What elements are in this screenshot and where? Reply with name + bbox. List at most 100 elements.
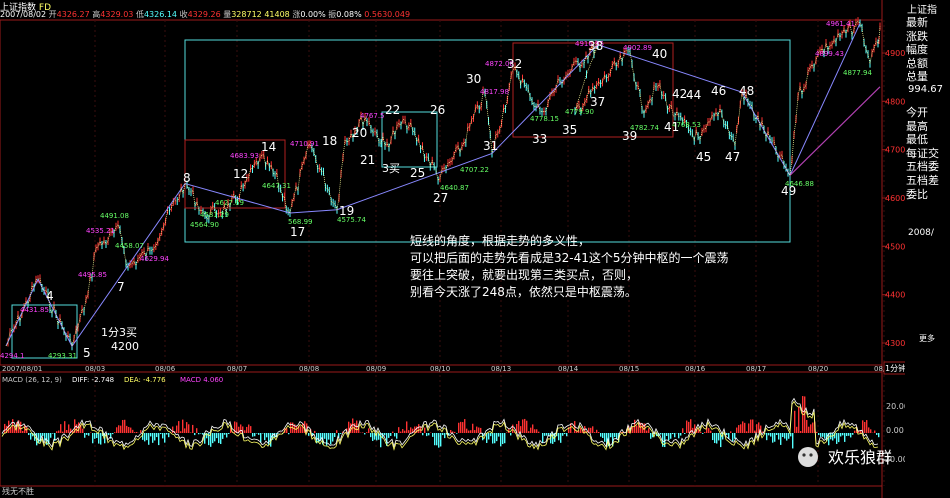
macd-bar bbox=[428, 433, 430, 436]
macd-bar bbox=[678, 433, 680, 439]
price-label: 4458.07 bbox=[115, 242, 144, 250]
macd-bar bbox=[140, 430, 142, 433]
watermark-text: 欢乐狼群 bbox=[828, 448, 892, 467]
macd-bar bbox=[766, 433, 768, 441]
macd-bar bbox=[464, 419, 466, 433]
macd-bar bbox=[870, 429, 872, 433]
macd-bar bbox=[84, 433, 86, 438]
macd-bar bbox=[716, 433, 718, 444]
sidebar-misc-1[interactable]: 更多 bbox=[919, 333, 935, 344]
wave-label: 40 bbox=[652, 47, 667, 61]
wave-label: 48 bbox=[739, 84, 754, 98]
price-label: 4431.85 bbox=[20, 306, 49, 314]
sidebar-field-4: 总量 bbox=[906, 70, 928, 84]
wave-label: 37 bbox=[590, 95, 605, 109]
date-tick-label: 08/15 bbox=[619, 365, 639, 373]
macd-bar bbox=[88, 433, 90, 436]
macd-bar bbox=[4, 423, 6, 433]
sidebar-field-0: 最新 bbox=[906, 16, 928, 29]
price-label: 4535.21 bbox=[86, 227, 115, 235]
macd-bar bbox=[524, 418, 526, 433]
macd-bar bbox=[488, 433, 490, 440]
date-tick-label: 08/03 bbox=[85, 365, 105, 373]
date-tick-label: 08/09 bbox=[366, 365, 386, 373]
header-volume: 328712 bbox=[231, 10, 262, 19]
macd-bar bbox=[544, 433, 546, 436]
macd-bar bbox=[144, 433, 146, 442]
macd-bar bbox=[874, 430, 876, 433]
period-button[interactable]: 1分钟 bbox=[883, 361, 907, 375]
macd-bar bbox=[372, 433, 374, 441]
macd-bar bbox=[388, 433, 390, 438]
macd-bar bbox=[756, 424, 758, 433]
macd-value: MACD 4.060 bbox=[180, 376, 223, 384]
macd-bar bbox=[604, 433, 606, 442]
macd-bar bbox=[590, 427, 592, 433]
price-label: 4899.43 bbox=[815, 50, 844, 58]
macd-bar bbox=[866, 420, 868, 433]
header-low-label: 低 bbox=[135, 10, 144, 19]
wechat-icon-eye-left bbox=[802, 453, 806, 457]
buy-label-1min-3buy: 1分3买 bbox=[101, 326, 137, 339]
macd-bar bbox=[200, 433, 202, 434]
wave-labels: 4578 121417181920212225262730313233353738… bbox=[46, 39, 796, 360]
macd-bar bbox=[278, 433, 280, 434]
macd-bar bbox=[666, 433, 668, 436]
macd-bar bbox=[844, 433, 846, 442]
price-label: 4564.90 bbox=[190, 221, 219, 229]
macd-bar bbox=[478, 427, 480, 433]
macd-bar bbox=[808, 426, 810, 433]
macd-bar bbox=[660, 433, 662, 435]
wave-label: 41 bbox=[664, 120, 679, 134]
trend-line bbox=[789, 86, 881, 176]
macd-bar bbox=[256, 433, 258, 434]
price-label: 4767.5 bbox=[360, 112, 385, 120]
sidebar-field-11: 委比 bbox=[906, 187, 928, 201]
macd-bar bbox=[820, 433, 822, 437]
period-button-label[interactable]: 1分钟 bbox=[885, 363, 906, 373]
macd-bar bbox=[744, 422, 746, 433]
macd-bar bbox=[442, 433, 444, 436]
macd-bar bbox=[196, 428, 198, 433]
macd-bar bbox=[470, 430, 472, 433]
macd-bar bbox=[98, 433, 100, 444]
macd-bar bbox=[500, 433, 502, 447]
macd-bar bbox=[390, 433, 392, 436]
macd-bar bbox=[876, 433, 878, 435]
macd-bar bbox=[788, 433, 790, 439]
macd-bar bbox=[462, 422, 464, 433]
macd-bar bbox=[566, 433, 568, 437]
macd-bar bbox=[504, 433, 506, 444]
wave-label: 47 bbox=[725, 150, 740, 164]
macd-dea: DEA: -4.776 bbox=[124, 376, 166, 384]
level-label: 4200 bbox=[111, 340, 139, 353]
macd-bar bbox=[240, 424, 242, 433]
macd-bar bbox=[112, 433, 114, 435]
macd-label: MACD (26, 12, 9) bbox=[2, 376, 62, 384]
wave-label: 31 bbox=[483, 139, 498, 153]
macd-bar bbox=[318, 433, 320, 443]
macd-bar bbox=[486, 433, 488, 443]
macd-bar bbox=[82, 428, 84, 433]
macd-bar bbox=[466, 428, 468, 433]
macd-bar bbox=[94, 433, 96, 439]
macd-bar bbox=[38, 433, 40, 443]
macd-bar bbox=[546, 433, 548, 436]
macd-bar bbox=[176, 425, 178, 433]
macd-bar bbox=[68, 424, 70, 433]
kline-chart: 4300.004400.004500.004600.004700.004800.… bbox=[0, 0, 918, 498]
macd-bar bbox=[616, 433, 618, 440]
wave-label: 30 bbox=[466, 72, 481, 86]
macd-tick-0: 0.00 bbox=[886, 426, 904, 435]
macd-bar bbox=[254, 433, 256, 437]
macd-bar bbox=[848, 433, 850, 436]
macd-bar bbox=[474, 430, 476, 433]
wechat-icon bbox=[798, 447, 818, 467]
macd-bar bbox=[770, 433, 772, 437]
macd-bar bbox=[438, 433, 440, 448]
macd-bar bbox=[710, 430, 712, 433]
macd-bar bbox=[476, 426, 478, 433]
macd-bar bbox=[30, 433, 32, 440]
macd-bar bbox=[394, 433, 396, 437]
macd-bar bbox=[600, 433, 602, 437]
